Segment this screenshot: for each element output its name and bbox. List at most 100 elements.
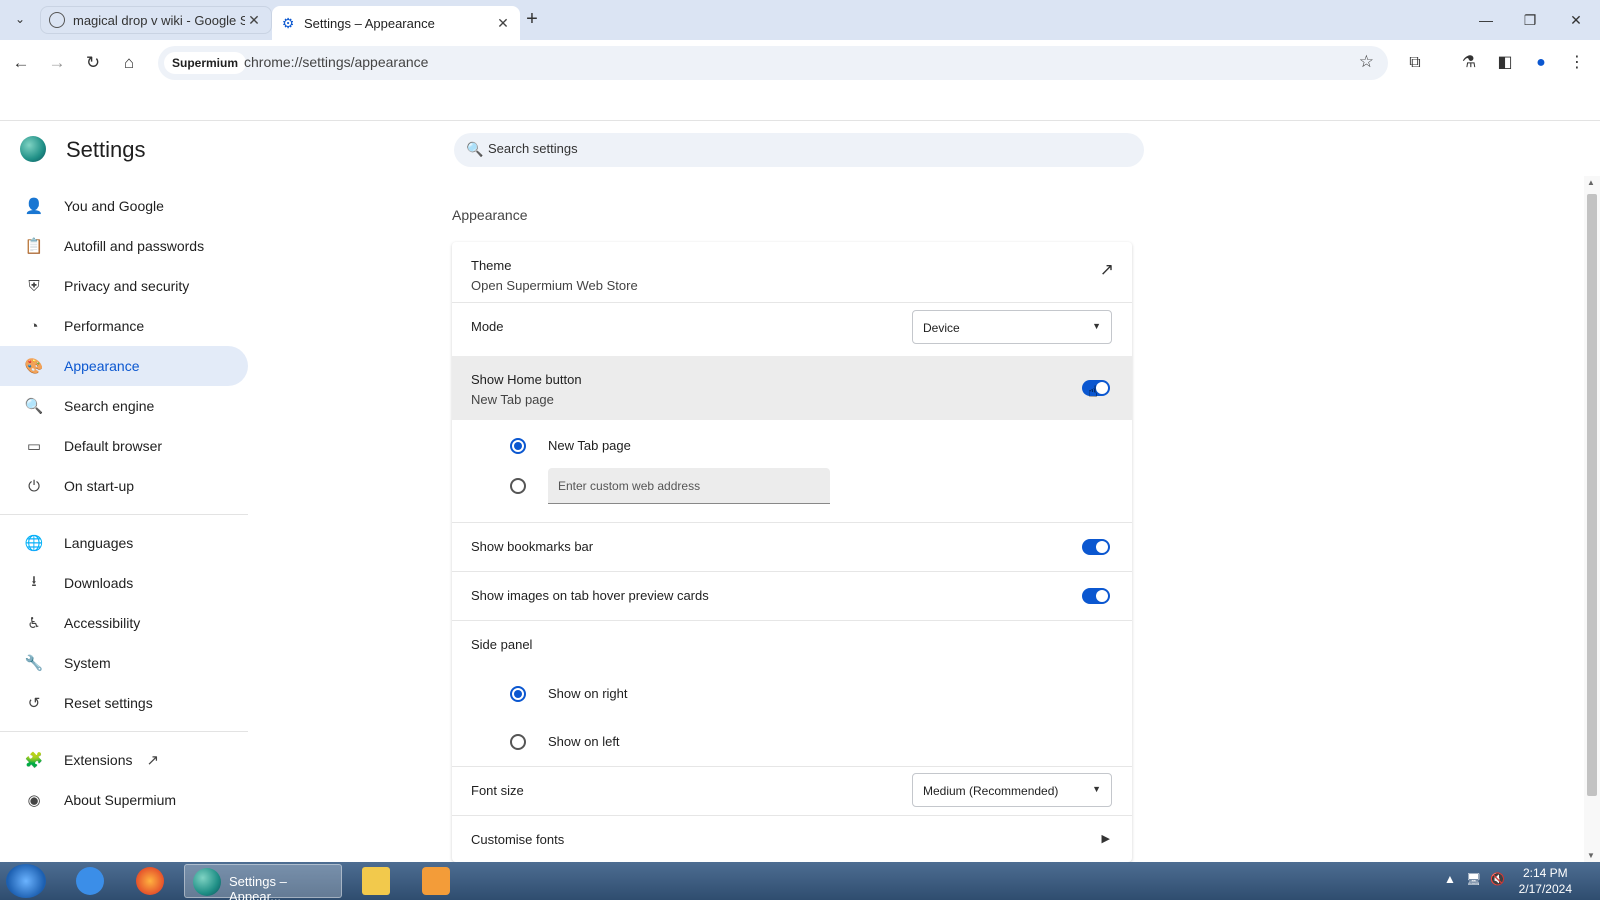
url-text: chrome://settings/appearance	[244, 54, 429, 70]
scroll-down-icon[interactable]: ▼	[1587, 851, 1595, 860]
google-favicon-icon	[49, 12, 65, 28]
page-title: Settings	[66, 137, 146, 162]
back-button[interactable]: ←	[8, 50, 34, 76]
restore-button[interactable]: ❐	[1512, 6, 1548, 34]
menu-icon[interactable]: ⋮	[1564, 50, 1590, 76]
labs-flask-icon[interactable]: ⚗	[1456, 50, 1482, 76]
system-clock[interactable]: 2:14 PM 2/17/2024	[1519, 865, 1572, 897]
sidebar-item-autofill[interactable]: 📋 Autofill and passwords	[0, 226, 248, 266]
sidebar-item-search-engine[interactable]: 🔍 Search engine	[0, 386, 248, 426]
sidebar-item-languages[interactable]: 🌐 Languages	[0, 523, 248, 563]
tab-search-button[interactable]: ⌄	[8, 7, 32, 31]
mode-select[interactable]: Device ▼	[912, 310, 1112, 344]
taskbar-ie[interactable]	[68, 864, 112, 898]
sidebar-item-downloads[interactable]: ⭳ Downloads	[0, 563, 248, 603]
custom-address-input[interactable]	[548, 468, 830, 504]
volume-muted-icon[interactable]: 🔇	[1490, 872, 1505, 886]
close-tab-icon[interactable]: ✕	[494, 15, 512, 32]
tab-hover-row[interactable]: Show images on tab hover preview cards	[452, 572, 1132, 620]
taskbar-supermium-settings[interactable]: Settings – Appear...	[184, 864, 342, 900]
sidebar-item-label: About Supermium	[64, 792, 177, 808]
profile-icon[interactable]: ●	[1528, 50, 1554, 76]
tab-google-search[interactable]: magical drop v wiki - Google S ✕	[40, 6, 272, 34]
open-in-new-icon[interactable]: ↗	[1100, 260, 1114, 280]
tab-settings[interactable]: ⚙ Settings – Appearance ✕	[272, 6, 520, 40]
start-button[interactable]	[6, 864, 46, 898]
network-icon[interactable]: 🖥	[1466, 872, 1481, 886]
open-in-new-icon: ↗	[146, 752, 160, 769]
theme-row[interactable]: Theme Open Supermium Web Store ↗	[452, 242, 1132, 302]
sidebar-item-you-and-google[interactable]: 👤 You and Google	[0, 186, 248, 226]
sidebar-item-privacy[interactable]: ⛨ Privacy and security	[0, 266, 248, 306]
taskbar-media-player[interactable]	[414, 864, 458, 898]
close-window-button[interactable]: ✕	[1558, 6, 1594, 34]
address-bar[interactable]: Supermium chrome://settings/appearance ☆	[158, 46, 1388, 80]
sidebar-item-label: Languages	[64, 535, 134, 551]
custom-address-radio[interactable]	[510, 478, 526, 494]
show-on-right-radio[interactable]	[510, 686, 526, 702]
new-tab-radio[interactable]	[510, 438, 526, 454]
taskbar-firefox[interactable]	[128, 864, 172, 898]
scroll-up-icon[interactable]: ▲	[1587, 178, 1595, 187]
sidebar-item-on-startup[interactable]: ⏻ On start-up	[0, 466, 248, 506]
toggle-knob	[1096, 382, 1108, 394]
home-button-row[interactable]: Show Home button New Tab page	[452, 356, 1132, 420]
font-size-row: Font size Medium (Recommended) ▼	[452, 767, 1132, 815]
bookmarks-bar-label: Show bookmarks bar	[471, 539, 594, 554]
customise-fonts-row[interactable]: Customise fonts ▶	[452, 816, 1132, 862]
mode-value: Device	[923, 321, 960, 335]
forward-button[interactable]: →	[44, 50, 70, 76]
close-tab-icon[interactable]: ✕	[245, 12, 263, 29]
bookmarks-bar-row[interactable]: Show bookmarks bar	[452, 523, 1132, 571]
font-size-select[interactable]: Medium (Recommended) ▼	[912, 773, 1112, 807]
download-icon: ⭳	[31, 572, 37, 590]
side-panel-label: Side panel	[471, 637, 533, 652]
page-scrollbar[interactable]: ▲ ▼	[1584, 176, 1600, 862]
sidebar-item-about[interactable]: ◉ About Supermium	[0, 780, 248, 820]
bookmarks-bar-toggle[interactable]	[1082, 539, 1110, 555]
shield-icon: ⛨	[28, 277, 40, 295]
reload-button[interactable]: ↻	[80, 50, 106, 76]
supermium-icon	[193, 868, 221, 896]
extensions-icon[interactable]: ⧉	[1402, 50, 1428, 76]
theme-sublabel: Open Supermium Web Store	[471, 278, 638, 293]
gauge-icon: ◔	[29, 317, 39, 335]
supermium-icon: ◉	[27, 792, 41, 809]
sidebar-item-label: System	[64, 655, 111, 671]
sidebar-item-system[interactable]: 🔧 System	[0, 643, 248, 683]
minimize-button[interactable]: —	[1468, 6, 1504, 34]
sidebar-item-label: Accessibility	[64, 615, 141, 631]
tab-hover-toggle[interactable]	[1082, 588, 1110, 604]
home-button-label: Show Home button	[471, 372, 582, 387]
sidebar-item-extensions[interactable]: 🧩 Extensions ↗	[0, 740, 248, 780]
header-divider	[0, 120, 1600, 121]
sidebar-item-label: Appearance	[64, 358, 140, 374]
palette-icon: 🎨	[24, 358, 44, 375]
dropdown-caret-icon: ▼	[1092, 321, 1101, 331]
mode-label: Mode	[471, 319, 504, 334]
home-button[interactable]: ⌂	[116, 50, 142, 76]
new-tab-button[interactable]: +	[520, 8, 544, 32]
side-panel-icon[interactable]: ◧	[1492, 50, 1518, 76]
search-icon: 🔍	[24, 398, 44, 415]
search-input[interactable]	[488, 141, 1088, 156]
bookmark-star-icon[interactable]: ☆	[1359, 52, 1374, 72]
customise-fonts-label: Customise fonts	[471, 832, 565, 847]
power-icon: ⏻	[28, 477, 40, 495]
sidebar-item-default-browser[interactable]: ▭ Default browser	[0, 426, 248, 466]
search-settings-box[interactable]: 🔍	[454, 133, 1144, 167]
show-on-left-radio[interactable]	[510, 734, 526, 750]
sidebar-item-appearance[interactable]: 🎨 Appearance	[0, 346, 248, 386]
sidebar-divider	[0, 514, 248, 515]
site-chip[interactable]: Supermium	[164, 52, 247, 74]
sidebar-item-label: On start-up	[64, 478, 135, 494]
sidebar-item-reset-settings[interactable]: ↺ Reset settings	[0, 683, 248, 723]
clock-time: 2:14 PM	[1522, 866, 1568, 880]
show-hidden-icons-icon[interactable]: ▲	[1444, 872, 1456, 886]
sidebar-divider	[0, 731, 248, 732]
sidebar-item-accessibility[interactable]: ♿ Accessibility	[0, 603, 248, 643]
sidebar-item-performance[interactable]: ◔ Performance	[0, 306, 248, 346]
scrollbar-thumb[interactable]	[1587, 194, 1597, 796]
taskbar-explorer[interactable]	[354, 864, 398, 898]
sidebar-item-label: Default browser	[64, 438, 163, 454]
